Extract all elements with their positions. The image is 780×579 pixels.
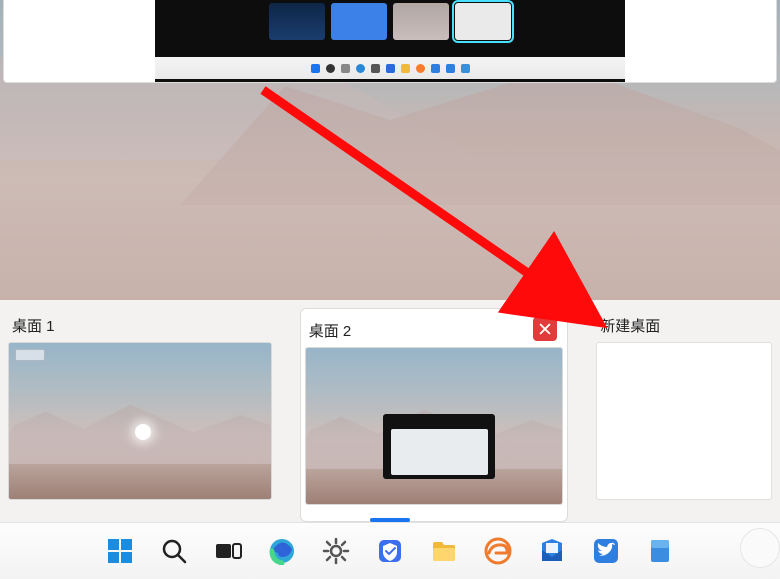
new-desktop-thumbnail[interactable] — [596, 342, 772, 500]
bird-app-icon — [446, 64, 455, 73]
taskview-thumb-row — [269, 3, 511, 40]
security-shield-icon — [386, 64, 395, 73]
new-desktop-tile[interactable]: 新建桌面 — [596, 308, 772, 522]
window-thumb-selected[interactable] — [455, 3, 511, 40]
desktop-tile-2[interactable]: 桌面 2 — [300, 308, 568, 522]
mail-icon — [431, 64, 440, 73]
taskview-icon — [214, 537, 242, 565]
file-explorer-icon — [401, 64, 410, 73]
desktop-2-label: 桌面 2 — [309, 320, 352, 341]
desktop-1-label: 桌面 1 — [12, 315, 55, 336]
edge-legacy-icon — [484, 537, 512, 565]
close-icon — [538, 322, 552, 336]
taskbar — [0, 522, 780, 579]
nested-taskbar — [155, 57, 625, 79]
settings-gear-icon — [322, 537, 350, 565]
document-app-icon — [646, 537, 674, 565]
desktop-tile-1[interactable]: 桌面 1 — [8, 308, 272, 522]
taskview-icon — [341, 64, 350, 73]
search-button[interactable] — [157, 534, 191, 568]
bird-app-icon — [592, 537, 620, 565]
edge-icon — [356, 64, 365, 73]
edge-legacy-button[interactable] — [481, 534, 515, 568]
window-thumb[interactable] — [269, 3, 325, 40]
settings-button[interactable] — [319, 534, 353, 568]
desktop-thumbnail[interactable] — [305, 347, 563, 505]
security-button[interactable] — [373, 534, 407, 568]
desktop-label: 新建桌面 — [596, 308, 772, 342]
start-icon — [106, 537, 134, 565]
mail-icon — [538, 537, 566, 565]
taskview-button[interactable] — [211, 534, 245, 568]
nested-window-preview — [3, 0, 777, 83]
start-icon — [311, 64, 320, 73]
new-desktop-label: 新建桌面 — [600, 315, 660, 336]
window-thumb[interactable] — [331, 3, 387, 40]
assist-bubble[interactable] — [740, 528, 780, 568]
window-thumb[interactable] — [393, 3, 449, 40]
security-shield-icon — [376, 537, 404, 565]
file-explorer-icon — [430, 537, 458, 565]
open-window-content — [391, 429, 488, 475]
start-button[interactable] — [103, 534, 137, 568]
wallpaper-sun — [135, 424, 151, 440]
nested-window-dark — [155, 0, 625, 83]
close-desktop-button[interactable] — [533, 317, 557, 341]
mail-button[interactable] — [535, 534, 569, 568]
document-app-icon — [461, 64, 470, 73]
search-icon — [160, 537, 188, 565]
settings-gear-icon — [371, 64, 380, 73]
file-explorer-button[interactable] — [427, 534, 461, 568]
bird-app-button[interactable] — [589, 534, 623, 568]
edge-icon — [268, 537, 296, 565]
window-badge — [15, 349, 45, 361]
desktop-label: 桌面 1 — [8, 308, 272, 342]
virtual-desktop-strip: 桌面 1 桌面 2 新建桌面 — [0, 300, 780, 522]
edge-button[interactable] — [265, 534, 299, 568]
desktop-label: 桌面 2 — [305, 313, 563, 347]
document-app-button[interactable] — [643, 534, 677, 568]
open-window-preview — [383, 414, 496, 480]
edge-legacy-icon — [416, 64, 425, 73]
desktop-thumbnail[interactable] — [8, 342, 272, 500]
search-icon — [326, 64, 335, 73]
